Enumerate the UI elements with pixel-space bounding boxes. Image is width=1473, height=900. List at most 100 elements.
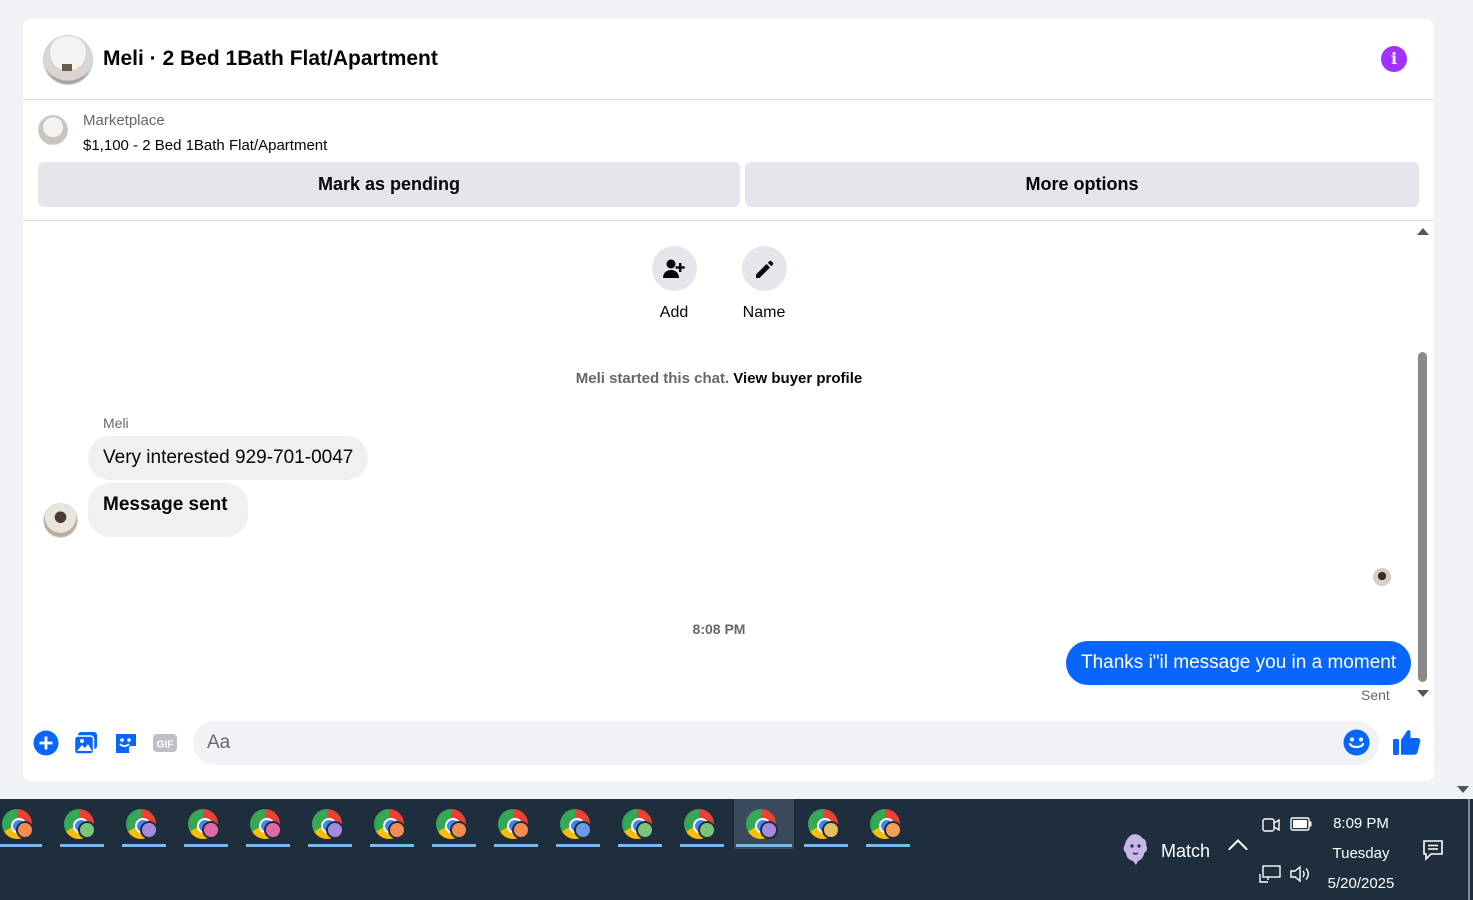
taskbar-chrome-window[interactable] (554, 799, 602, 849)
taskbar-chrome-window[interactable] (182, 799, 230, 849)
message-composer: GIF (23, 712, 1434, 781)
photo-icon[interactable] (73, 730, 99, 756)
message-list: Add Name Meli started this chat. View bu… (23, 222, 1434, 712)
system-clock[interactable]: 8:09 PM Tuesday 5/20/2025 (1318, 809, 1404, 899)
running-indicator (618, 844, 662, 847)
incoming-message[interactable]: Very interested 929-701-0047 (88, 436, 369, 480)
running-indicator (308, 844, 352, 847)
plus-icon[interactable] (33, 730, 59, 756)
taskbar-chrome-window[interactable] (678, 799, 726, 849)
sent-status: Sent (1361, 687, 1390, 703)
taskbar-chrome-window[interactable] (430, 799, 478, 849)
chat-title[interactable]: Meli · 2 Bed 1Bath Flat/Apartment (103, 47, 438, 71)
battery-icon[interactable] (1290, 817, 1312, 831)
incoming-message[interactable]: Message sent (88, 483, 248, 537)
svg-text:GIF: GIF (157, 740, 174, 751)
sender-avatar[interactable] (43, 503, 78, 538)
taskbar-chrome-window[interactable] (802, 799, 850, 849)
message-scrollbar[interactable] (1417, 228, 1429, 708)
profile-badge-icon (760, 821, 778, 839)
notifications-icon[interactable] (1422, 839, 1444, 861)
add-person-icon[interactable] (651, 246, 697, 291)
page-scroll-down-arrow-icon[interactable] (1457, 786, 1469, 793)
premier-league-lion-icon (1123, 834, 1148, 865)
message-input-wrapper (193, 721, 1379, 765)
listing-description[interactable]: $1,100 - 2 Bed 1Bath Flat/Apartment (83, 137, 327, 154)
show-desktop-edge[interactable] (1468, 799, 1470, 900)
chat-header: Meli · 2 Bed 1Bath Flat/Apartment i (23, 19, 1434, 100)
match-label: Match (1161, 841, 1211, 861)
listing-thumbnail[interactable] (38, 115, 68, 145)
pencil-icon[interactable] (741, 246, 787, 291)
chat-started-text: Meli started this chat. (575, 370, 730, 387)
profile-badge-icon (574, 821, 592, 839)
name-chat-action[interactable]: Name (734, 246, 794, 322)
running-indicator (556, 844, 600, 847)
emoji-icon[interactable] (1343, 729, 1370, 756)
listing-source: Marketplace (83, 112, 165, 129)
running-indicator (736, 844, 792, 847)
running-indicator (866, 844, 910, 847)
taskbar-chrome-window[interactable] (120, 799, 168, 849)
scrollbar-thumb[interactable] (1418, 352, 1427, 682)
profile-badge-icon (326, 821, 344, 839)
chat-started-notice: Meli started this chat. View buyer profi… (23, 370, 1415, 387)
taskbar-chrome-window[interactable] (306, 799, 354, 849)
sender-name: Meli (103, 415, 129, 431)
taskbar-chrome-window[interactable] (616, 799, 664, 849)
taskbar-chrome-window[interactable] (492, 799, 540, 849)
gif-icon[interactable]: GIF (152, 730, 178, 756)
profile-badge-icon (636, 821, 654, 839)
taskbar-chrome-window[interactable] (0, 799, 44, 849)
running-indicator (370, 844, 414, 847)
profile-badge-icon (388, 821, 406, 839)
profile-badge-icon (78, 821, 96, 839)
running-indicator (432, 844, 476, 847)
chat-panel: Meli · 2 Bed 1Bath Flat/Apartment i Mark… (23, 19, 1434, 781)
add-label: Add (659, 304, 689, 321)
sticker-icon[interactable] (113, 730, 139, 756)
thumbs-up-icon[interactable] (1392, 727, 1422, 757)
taskbar-chrome-window[interactable] (58, 799, 106, 849)
profile-badge-icon (884, 821, 902, 839)
profile-badge-icon (698, 821, 716, 839)
volume-icon[interactable] (1289, 865, 1311, 883)
running-indicator (804, 844, 848, 847)
mark-as-pending-button[interactable]: Mark as pending (38, 162, 740, 207)
profile-badge-icon (512, 821, 530, 839)
scroll-up-arrow-icon[interactable] (1417, 228, 1429, 235)
seen-receipt-avatar (1373, 568, 1391, 586)
taskbar: Match 8:09 PM Tuesday 5/20/2025 (0, 799, 1473, 900)
taskbar-chrome-window[interactable] (734, 799, 794, 849)
more-options-button[interactable]: More options (745, 162, 1419, 207)
scroll-down-arrow-icon[interactable] (1417, 690, 1429, 697)
clock-date: 5/20/2025 (1327, 875, 1395, 892)
running-indicator (60, 844, 104, 847)
profile-badge-icon (450, 821, 468, 839)
show-hidden-icons-chevron-icon[interactable] (1228, 839, 1248, 859)
view-buyer-profile-link[interactable]: View buyer profile (733, 370, 862, 387)
network-icon[interactable] (1259, 865, 1281, 883)
taskbar-chrome-window[interactable] (864, 799, 912, 849)
outgoing-message[interactable]: Thanks i"il message you in a moment (1066, 641, 1412, 685)
listing-banner: Marketplace $1,100 - 2 Bed 1Bath Flat/Ap… (23, 100, 1434, 221)
info-icon[interactable]: i (1381, 46, 1407, 72)
running-indicator (494, 844, 538, 847)
profile-badge-icon (822, 821, 840, 839)
profile-badge-icon (264, 821, 282, 839)
message-timestamp: 8:08 PM (692, 621, 746, 637)
taskbar-chrome-window[interactable] (368, 799, 416, 849)
clock-day: Tuesday (1332, 845, 1390, 862)
clock-time: 8:09 PM (1333, 815, 1389, 832)
taskbar-chrome-window[interactable] (244, 799, 292, 849)
running-indicator (184, 844, 228, 847)
meet-now-icon[interactable] (1262, 816, 1280, 834)
message-input[interactable] (193, 721, 1323, 765)
profile-badge-icon (16, 821, 34, 839)
running-indicator (0, 844, 42, 847)
listing-avatar[interactable] (43, 35, 93, 85)
running-indicator (122, 844, 166, 847)
running-indicator (246, 844, 290, 847)
add-people-action[interactable]: Add (644, 246, 704, 322)
running-indicator (680, 844, 724, 847)
